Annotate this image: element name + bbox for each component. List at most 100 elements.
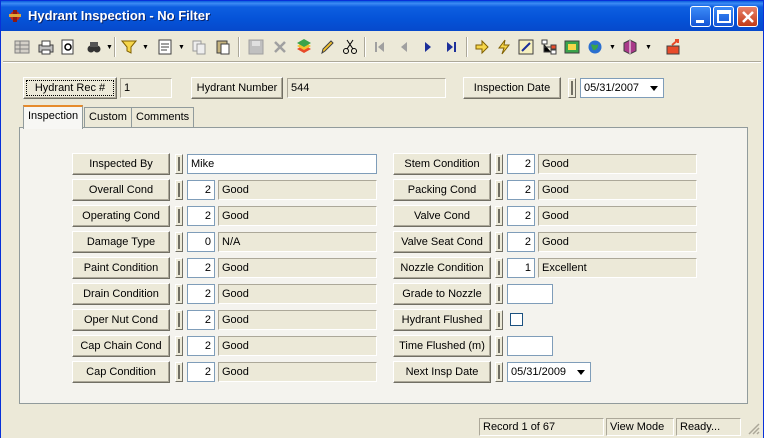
stem-condition-code[interactable]: 2 [507, 154, 535, 174]
map-button[interactable] [561, 36, 583, 58]
hydrant-number-button[interactable]: Hydrant Number [191, 77, 283, 99]
damage-type-button[interactable]: Damage Type [72, 231, 170, 253]
overall-cond-button[interactable]: Overall Cond [72, 179, 170, 201]
tab-custom[interactable]: Custom [84, 107, 132, 128]
overall-cond-code[interactable]: 2 [187, 180, 215, 200]
save-button[interactable] [245, 36, 267, 58]
time-flushed-m--input[interactable] [507, 336, 553, 356]
cap-chain-cond-code[interactable]: 2 [187, 336, 215, 356]
first-record-icon [375, 42, 384, 52]
maximize-button[interactable] [713, 6, 734, 27]
tab-comments[interactable]: Comments [131, 107, 195, 128]
damage-type-code[interactable]: 0 [187, 232, 215, 252]
next-insp-date-grip [495, 362, 503, 382]
operating-cond-button[interactable]: Operating Cond [72, 205, 170, 227]
valve-seat-cond-button[interactable]: Valve Seat Cond [393, 231, 491, 253]
cap-condition-button[interactable]: Cap Condition [72, 361, 170, 383]
close-icon [742, 11, 754, 23]
hydrant-rec-field: 1 [120, 78, 172, 98]
time-flushed-m--button[interactable]: Time Flushed (m) [393, 335, 491, 357]
cap-condition-code[interactable]: 2 [187, 362, 215, 382]
report-dropdown-icon[interactable]: ▼ [178, 44, 185, 51]
toolbar: ▼ ▼ ▼ ▼ ▼ [5, 34, 759, 60]
close-button[interactable] [737, 6, 758, 27]
minimize-button[interactable] [690, 6, 711, 27]
title-bar[interactable]: Hydrant Inspection - No Filter [1, 1, 763, 31]
hydrant-rec-button[interactable]: Hydrant Rec # [23, 77, 117, 99]
chevron-down-icon[interactable] [574, 366, 588, 378]
next-record-button[interactable] [417, 36, 439, 58]
tool-button[interactable] [515, 36, 537, 58]
inspected-by-button[interactable]: Inspected By [72, 153, 170, 175]
chevron-down-icon[interactable] [647, 82, 661, 94]
last-record-button[interactable] [440, 36, 462, 58]
filter-button[interactable] [118, 36, 140, 58]
drain-condition-code[interactable]: 2 [187, 284, 215, 304]
valve-seat-cond-code[interactable]: 2 [507, 232, 535, 252]
time-flushed-m--grip [495, 336, 503, 356]
lightning-button[interactable] [493, 36, 515, 58]
toolbar-divider [3, 61, 761, 63]
hydrant-flushed-checkbox[interactable] [510, 313, 523, 326]
operating-cond-grip [175, 206, 183, 226]
find-dropdown-icon[interactable]: ▼ [106, 44, 113, 51]
stem-condition-button[interactable]: Stem Condition [393, 153, 491, 175]
tree-button[interactable] [538, 36, 560, 58]
print-icon [38, 40, 54, 55]
tab-inspection[interactable]: Inspection [23, 105, 84, 129]
copy-button[interactable] [188, 36, 210, 58]
valve-cond-button[interactable]: Valve Cond [393, 205, 491, 227]
print-button[interactable] [35, 36, 57, 58]
next-insp-date-value: 05/31/2009 [511, 366, 567, 378]
grid-button[interactable] [11, 36, 33, 58]
book-button[interactable] [619, 36, 641, 58]
nozzle-condition-value: Excellent [538, 258, 697, 278]
packing-cond-code[interactable]: 2 [507, 180, 535, 200]
stack-button[interactable] [293, 36, 315, 58]
find-button[interactable] [83, 36, 105, 58]
first-record-button[interactable] [369, 36, 391, 58]
paint-condition-button[interactable]: Paint Condition [72, 257, 170, 279]
globe-button[interactable] [584, 36, 606, 58]
hydrant-flushed-button[interactable]: Hydrant Flushed [393, 309, 491, 331]
hydrant-flushed-grip [495, 310, 503, 330]
oper-nut-cond-button[interactable]: Oper Nut Cond [72, 309, 170, 331]
filter-dropdown-icon[interactable]: ▼ [142, 44, 149, 51]
preview-button[interactable] [57, 36, 79, 58]
packing-cond-button[interactable]: Packing Cond [393, 179, 491, 201]
next-insp-date-picker[interactable]: 05/31/2009 [507, 362, 591, 382]
book-dropdown-icon[interactable]: ▼ [645, 44, 652, 51]
grade-to-nozzle-input[interactable] [507, 284, 553, 304]
edit-button[interactable] [316, 36, 338, 58]
next-insp-date-button[interactable]: Next Insp Date [393, 361, 491, 383]
inspection-date-button[interactable]: Inspection Date [463, 77, 561, 99]
inspected-by-input[interactable]: Mike [187, 154, 377, 174]
paint-condition-value: Good [218, 258, 377, 278]
operating-cond-code[interactable]: 2 [187, 206, 215, 226]
go-button[interactable] [471, 36, 493, 58]
exit-button[interactable] [663, 36, 685, 58]
prev-record-button[interactable] [393, 36, 415, 58]
drain-condition-button[interactable]: Drain Condition [72, 283, 170, 305]
valve-cond-code[interactable]: 2 [507, 206, 535, 226]
nozzle-condition-code[interactable]: 1 [507, 258, 535, 278]
paste-icon [216, 40, 230, 55]
paint-condition-code[interactable]: 2 [187, 258, 215, 278]
paste-button[interactable] [212, 36, 234, 58]
report-button[interactable] [154, 36, 176, 58]
resize-grip-icon[interactable] [748, 423, 760, 435]
oper-nut-cond-code[interactable]: 2 [187, 310, 215, 330]
delete-button[interactable] [269, 36, 291, 58]
arrow-right-icon [475, 39, 489, 55]
globe-dropdown-icon[interactable]: ▼ [609, 44, 616, 51]
cut-button[interactable] [339, 36, 361, 58]
grade-to-nozzle-button[interactable]: Grade to Nozzle [393, 283, 491, 305]
inspection-date-picker[interactable]: 05/31/2007 [580, 78, 664, 98]
cap-chain-cond-button[interactable]: Cap Chain Cond [72, 335, 170, 357]
damage-type-value: N/A [218, 232, 377, 252]
lightning-icon [498, 39, 511, 55]
cap-chain-cond-grip [175, 336, 183, 356]
edit-icon [321, 40, 334, 55]
valve-cond-grip [495, 206, 503, 226]
nozzle-condition-button[interactable]: Nozzle Condition [393, 257, 491, 279]
